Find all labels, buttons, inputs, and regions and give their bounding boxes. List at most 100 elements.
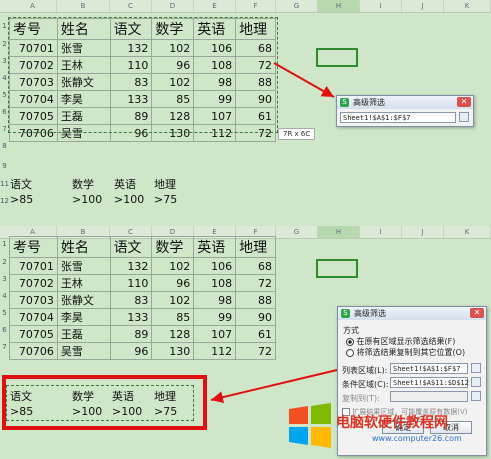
col-header-b[interactable]: B: [57, 0, 110, 12]
table-cell[interactable]: 108: [193, 56, 237, 74]
table-cell[interactable]: 李昊: [56, 90, 111, 108]
col-header-i[interactable]: I: [360, 0, 402, 12]
table-cell[interactable]: 96: [109, 124, 153, 142]
table-cell[interactable]: 70706: [9, 124, 58, 142]
criteria-header[interactable]: 语文: [10, 176, 32, 192]
row-number[interactable]: 5: [0, 309, 9, 317]
row-number[interactable]: 5: [0, 91, 9, 99]
table-cell[interactable]: 108: [193, 274, 237, 292]
criteria-range-input[interactable]: Sheet1!$A$11:$D$12: [390, 377, 469, 388]
col-header-d[interactable]: D: [152, 0, 194, 12]
table-cell[interactable]: 96: [151, 56, 195, 74]
table-cell[interactable]: 132: [109, 39, 153, 57]
table-header-cell[interactable]: 考号: [9, 236, 58, 258]
dialog-titlebar[interactable]: S 高级筛选 ✕: [337, 96, 473, 109]
row-number[interactable]: 4: [0, 74, 9, 82]
table-cell[interactable]: 96: [109, 342, 153, 360]
table-cell[interactable]: 132: [109, 257, 153, 275]
table-cell[interactable]: 83: [109, 73, 153, 91]
table-cell[interactable]: 72: [235, 124, 276, 142]
row-number[interactable]: 6: [0, 108, 9, 116]
close-icon[interactable]: ✕: [457, 97, 471, 107]
close-icon[interactable]: ✕: [470, 308, 484, 318]
table-cell[interactable]: 110: [109, 56, 153, 74]
table-cell[interactable]: 王林: [56, 274, 111, 292]
criteria-value[interactable]: >85: [10, 193, 33, 206]
row-number[interactable]: 4: [0, 292, 9, 300]
col-header-h[interactable]: H: [318, 226, 360, 238]
table-cell[interactable]: 106: [193, 257, 237, 275]
filter-in-place-radio[interactable]: 在原有区域显示筛选结果(F): [346, 336, 455, 347]
table-cell[interactable]: 吴雪: [56, 342, 111, 360]
criteria-header[interactable]: 地理: [154, 176, 176, 192]
col-header-g[interactable]: G: [276, 0, 318, 12]
table-cell[interactable]: 70702: [9, 56, 58, 74]
table-cell[interactable]: 70702: [9, 274, 58, 292]
table-cell[interactable]: 王林: [56, 56, 111, 74]
row-number[interactable]: 9: [0, 162, 9, 170]
row-number[interactable]: 6: [0, 326, 9, 334]
row-number[interactable]: 3: [0, 57, 9, 65]
table-cell[interactable]: 99: [193, 308, 237, 326]
table-cell[interactable]: 70701: [9, 39, 58, 57]
dialog-titlebar[interactable]: S 高级筛选 ✕: [338, 307, 486, 320]
range-expand-icon[interactable]: [459, 112, 469, 122]
table-cell[interactable]: 张雪: [56, 39, 111, 57]
table-cell[interactable]: 61: [235, 325, 276, 343]
table-cell[interactable]: 张静文: [56, 291, 111, 309]
table-cell[interactable]: 61: [235, 107, 276, 125]
table-header-cell[interactable]: 姓名: [56, 18, 111, 40]
table-header-cell[interactable]: 语文: [109, 18, 153, 40]
col-header-e[interactable]: E: [194, 0, 236, 12]
table-cell[interactable]: 90: [235, 308, 276, 326]
table-cell[interactable]: 72: [235, 274, 276, 292]
row-number[interactable]: 1: [0, 22, 9, 30]
col-header-a[interactable]: A: [9, 0, 57, 12]
criteria-value[interactable]: >75: [154, 193, 177, 206]
table-header-cell[interactable]: 英语: [193, 18, 237, 40]
row-number[interactable]: 8: [0, 142, 9, 150]
table-cell[interactable]: 112: [193, 124, 237, 142]
table-cell[interactable]: 133: [109, 308, 153, 326]
table-cell[interactable]: 112: [193, 342, 237, 360]
table-cell[interactable]: 68: [235, 39, 276, 57]
table-cell[interactable]: 128: [151, 325, 195, 343]
table-cell[interactable]: 85: [151, 90, 195, 108]
criteria-header[interactable]: 英语: [114, 176, 136, 192]
criteria-value[interactable]: >100: [114, 193, 144, 206]
col-header-i[interactable]: I: [360, 226, 402, 238]
table-cell[interactable]: 83: [109, 291, 153, 309]
table-cell[interactable]: 85: [151, 308, 195, 326]
row-number[interactable]: 2: [0, 40, 9, 48]
col-header-j[interactable]: J: [402, 226, 444, 238]
table-cell[interactable]: 107: [193, 325, 237, 343]
row-number[interactable]: 7: [0, 343, 9, 351]
table-cell[interactable]: 102: [151, 257, 195, 275]
criteria-value[interactable]: >100: [72, 193, 102, 206]
copy-to-radio[interactable]: 将筛选结果复制到其它位置(O): [346, 347, 465, 358]
table-cell[interactable]: 张静文: [56, 73, 111, 91]
list-range-input[interactable]: Sheet1!$A$1:$F$7: [340, 112, 456, 123]
table-cell[interactable]: 89: [109, 325, 153, 343]
table-header-cell[interactable]: 地理: [235, 236, 276, 258]
table-cell[interactable]: 98: [193, 73, 237, 91]
table-cell[interactable]: 110: [109, 274, 153, 292]
table-cell[interactable]: 王磊: [56, 107, 111, 125]
table-header-cell[interactable]: 数学: [151, 236, 195, 258]
col-header-k[interactable]: K: [444, 226, 491, 238]
table-cell[interactable]: 130: [151, 124, 195, 142]
table-cell[interactable]: 张雪: [56, 257, 111, 275]
table-header-cell[interactable]: 英语: [193, 236, 237, 258]
table-header-cell[interactable]: 语文: [109, 236, 153, 258]
row-number[interactable]: 11: [0, 180, 9, 188]
range-picker-icon[interactable]: [471, 363, 481, 373]
range-picker-icon[interactable]: [471, 377, 481, 387]
table-cell[interactable]: 133: [109, 90, 153, 108]
row-number[interactable]: 7: [0, 125, 9, 133]
row-number[interactable]: 1: [0, 240, 9, 248]
col-header-c[interactable]: C: [110, 0, 152, 12]
row-number[interactable]: 2: [0, 258, 9, 266]
table-cell[interactable]: 128: [151, 107, 195, 125]
table-cell[interactable]: 98: [193, 291, 237, 309]
table-header-cell[interactable]: 姓名: [56, 236, 111, 258]
